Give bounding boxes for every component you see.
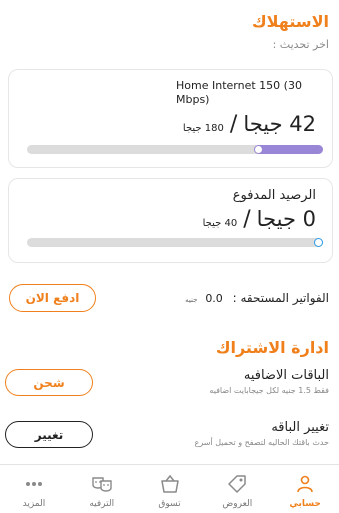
- nav-entertainment-label: الترفيه: [89, 499, 115, 509]
- plan-name: Home Internet 150 (30 Mbps): [176, 79, 302, 106]
- pay-now-button[interactable]: ادفع الان: [9, 284, 96, 312]
- internet-usage-card: Home Internet 150 (30 Mbps) 42 جيجا / 18…: [8, 69, 333, 168]
- nav-shop-label: تسوق: [158, 499, 181, 509]
- balance-remaining: 0 جيجا: [256, 207, 316, 231]
- tag-icon: [226, 473, 248, 495]
- theater-masks-icon: [91, 473, 113, 495]
- balance-progress-knob: [315, 239, 322, 246]
- subscription-title: ادارة الاشتراك: [215, 338, 329, 357]
- paid-balance-card: الرصيد المدفوع 0 جيجا / 40 جيجا: [8, 178, 333, 263]
- balance-total: 40 جيجا: [202, 218, 238, 229]
- change-plan-item: تغيير الباقه حدث باقتك الحاليه لتصفح و ت…: [195, 420, 329, 447]
- nav-account-label: حسابي: [289, 499, 321, 509]
- addons-title: الباقات الاضافيه: [243, 368, 329, 383]
- internet-progress-knob: [255, 146, 262, 153]
- addons-desc: فقط 1.5 جنيه لكل جيجابايت اضافيه: [209, 386, 329, 395]
- bottom-nav: حسابي العروض تسوق الترفيه المزيد: [0, 464, 339, 513]
- more-dots-icon: [23, 473, 45, 495]
- internet-amount-row: 42 جيجا / 180 جيجا: [183, 112, 316, 137]
- balance-amount-row: 0 جيجا / 40 جيجا: [203, 207, 316, 232]
- change-plan-button[interactable]: تغيير: [5, 421, 93, 448]
- nav-entertainment[interactable]: الترفيه: [68, 465, 136, 513]
- nav-offers-label: العروض: [222, 499, 253, 509]
- addons-item: الباقات الاضافيه فقط 1.5 جنيه لكل جيجابا…: [209, 368, 329, 395]
- nav-more-label: المزيد: [22, 499, 46, 509]
- internet-total: 180 جيجا: [182, 123, 224, 134]
- balance-separator: /: [243, 207, 251, 232]
- internet-progress-fill: [254, 145, 323, 154]
- consumption-screen: الاستهلاك اخر تحديث : Home Internet 150 …: [0, 0, 339, 464]
- internet-separator: /: [229, 112, 238, 137]
- change-plan-desc: حدث باقتك الحاليه لتصفح و تحميل أسرع: [194, 438, 329, 447]
- internet-progress-bar: [27, 145, 323, 154]
- nav-shop[interactable]: تسوق: [136, 465, 204, 513]
- bills-value: 0.0: [205, 292, 223, 305]
- bills-label: الفواتير المستحقه :: [232, 291, 329, 305]
- consumption-title: الاستهلاك: [251, 12, 329, 31]
- last-update-label: اخر تحديث :: [272, 38, 329, 51]
- shopping-basket-icon: [159, 473, 181, 495]
- internet-remaining: 42 جيجا: [243, 112, 316, 136]
- nav-account[interactable]: حسابي: [271, 465, 339, 513]
- nav-more[interactable]: المزيد: [0, 465, 68, 513]
- nav-offers[interactable]: العروض: [203, 465, 271, 513]
- account-icon: [294, 473, 316, 495]
- paid-balance-title: الرصيد المدفوع: [232, 188, 316, 203]
- bills-label-group: الفواتير المستحقه : 0.0 جنيه: [185, 291, 329, 305]
- bills-currency: جنيه: [185, 296, 198, 304]
- change-plan-title: تغيير الباقه: [271, 420, 329, 435]
- balance-progress-bar: [27, 238, 323, 247]
- charge-button[interactable]: شحن: [5, 369, 93, 396]
